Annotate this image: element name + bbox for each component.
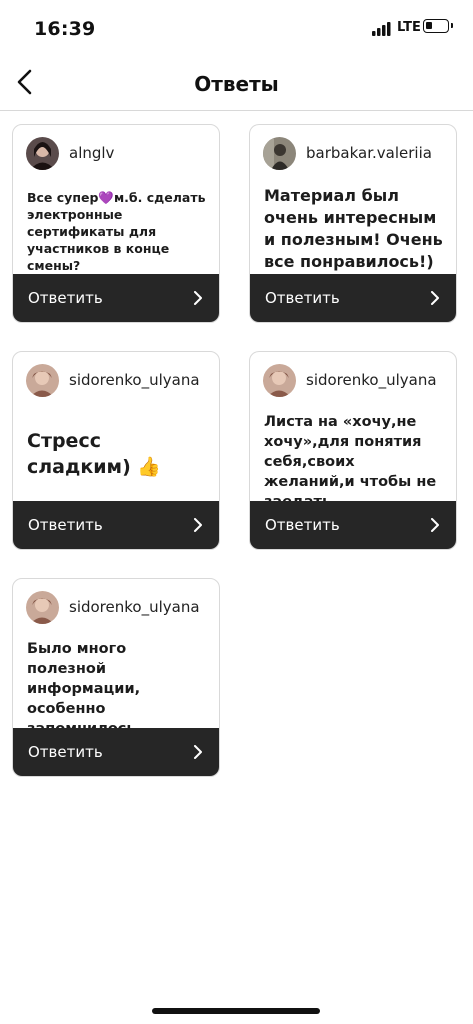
chevron-right-icon <box>431 518 439 532</box>
reply-button[interactable]: Ответить <box>250 501 456 549</box>
reply-card: barbakar.valeriia Материал был очень инт… <box>249 124 457 323</box>
network-type: LTE <box>397 20 421 35</box>
avatar[interactable] <box>263 363 296 397</box>
reply-message: Все супер💜м.б. сделать электронные серти… <box>27 190 206 273</box>
avatar[interactable] <box>263 136 296 170</box>
card-header: alnglv <box>26 136 114 170</box>
reply-card: sidorenko_ulyana Листа на «хочу,не хочу»… <box>249 351 457 550</box>
replies-grid: alnglv Все супер💜м.б. сделать электронны… <box>0 111 473 971</box>
reply-button-label: Ответить <box>265 289 340 307</box>
card-header: sidorenko_ulyana <box>26 363 200 397</box>
avatar[interactable] <box>26 363 59 397</box>
chevron-right-icon <box>431 291 439 305</box>
reply-message: Материал был очень интересным и полезным… <box>264 186 443 271</box>
avatar[interactable] <box>26 590 59 624</box>
reply-card: sidorenko_ulyana Было много полезной инф… <box>12 578 220 777</box>
status-time: 16:39 <box>34 18 96 40</box>
username[interactable]: sidorenko_ulyana <box>306 371 437 389</box>
reply-button[interactable]: Ответить <box>13 274 219 322</box>
chevron-right-icon <box>194 745 202 759</box>
home-indicator[interactable] <box>152 1008 320 1014</box>
card-header: sidorenko_ulyana <box>263 363 437 397</box>
chevron-right-icon <box>194 291 202 305</box>
avatar[interactable] <box>26 136 59 170</box>
reply-button[interactable]: Ответить <box>250 274 456 322</box>
cellular-signal-icon <box>372 22 391 36</box>
reply-button[interactable]: Ответить <box>13 728 219 776</box>
reply-message: Стресс сладким) 👍 <box>27 430 162 478</box>
reply-message: Листа на «хочу,не хочу»,для понятия себя… <box>264 414 437 510</box>
reply-button[interactable]: Ответить <box>13 501 219 549</box>
chevron-right-icon <box>194 518 202 532</box>
nav-bar: Ответы <box>0 58 473 111</box>
reply-card: sidorenko_ulyana Стресс сладким) 👍 Ответ… <box>12 351 220 550</box>
username[interactable]: alnglv <box>69 144 114 162</box>
battery-icon <box>423 19 453 33</box>
reply-button-label: Ответить <box>28 289 103 307</box>
username[interactable]: sidorenko_ulyana <box>69 598 200 616</box>
card-header: sidorenko_ulyana <box>26 590 200 624</box>
reply-button-label: Ответить <box>28 743 103 761</box>
reply-card: alnglv Все супер💜м.б. сделать электронны… <box>12 124 220 323</box>
reply-button-label: Ответить <box>265 516 340 534</box>
battery-level <box>426 22 432 29</box>
reply-button-label: Ответить <box>28 516 103 534</box>
status-bar: 16:39 LTE <box>0 0 473 58</box>
username[interactable]: barbakar.valeriia <box>306 144 432 162</box>
card-header: barbakar.valeriia <box>263 136 432 170</box>
page-title: Ответы <box>194 72 279 96</box>
username[interactable]: sidorenko_ulyana <box>69 371 200 389</box>
